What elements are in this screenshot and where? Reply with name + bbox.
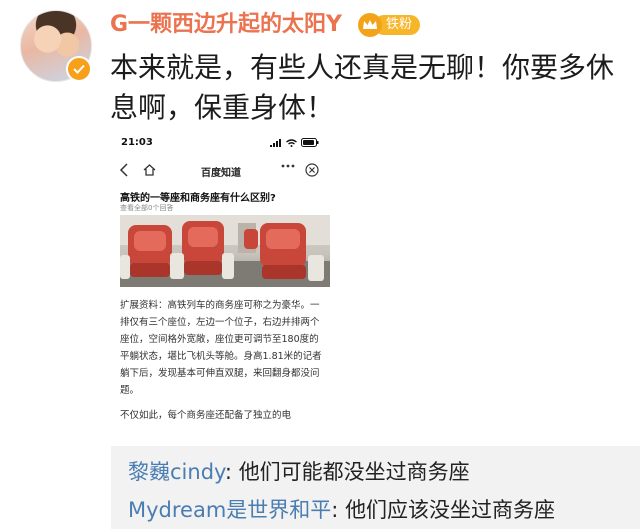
embedded-nav-bar: 百度知道 [111, 161, 331, 183]
question-title: 高铁的一等座和商务座有什么区别? [120, 193, 276, 204]
comment-item: Mydream是世界和平: 他们应该没坐过商务座 [128, 496, 555, 524]
comment-text: 他们应该没坐过商务座 [345, 498, 556, 522]
comment-item: 黎巍cindy: 他们可能都没坐过商务座 [128, 458, 470, 486]
comment-separator: : [224, 460, 239, 484]
post-author-name[interactable]: G一颗西边升起的太阳Y [110, 10, 342, 40]
question-subtitle: 查看全部0个回答 [120, 204, 174, 212]
fan-badge[interactable]: 铁粉 [358, 13, 421, 37]
close-icon [305, 163, 319, 177]
verified-icon [66, 56, 92, 82]
status-bar: 21:03 [111, 137, 331, 153]
comments-panel: 黎巍cindy: 他们可能都没坐过商务座 Mydream是世界和平: 他们应该没… [111, 446, 640, 529]
post-text: 本来就是，有些人还真是无聊！你要多休息啊，保重身体！ [110, 51, 615, 124]
comment-author[interactable]: Mydream是世界和平 [128, 498, 331, 522]
article-paragraph-2: 不仅如此，每个商务座还配备了独立的电 [120, 410, 292, 421]
more-icon [281, 164, 295, 168]
embedded-nav-title: 百度知道 [201, 168, 241, 179]
attached-screenshot[interactable]: 21:03 百度知道 高铁的一等座和商务座有什么区别? 查看全部0个回答 扩展资… [111, 131, 331, 434]
wifi-icon [286, 138, 297, 147]
crown-icon [358, 13, 382, 37]
article-paragraph-1: 扩展资料：高铁列车的商务座可称之为豪华。一排仅有三个座位，左边一个位子，右边并排… [120, 300, 322, 396]
status-time: 21:03 [121, 137, 153, 148]
comment-author[interactable]: 黎巍cindy [128, 460, 225, 484]
battery-icon [301, 138, 319, 147]
train-seats-photo [120, 215, 330, 287]
comment-text: 他们可能都没坐过商务座 [238, 460, 470, 484]
comment-separator: : [331, 498, 346, 522]
signal-icon [270, 138, 281, 147]
